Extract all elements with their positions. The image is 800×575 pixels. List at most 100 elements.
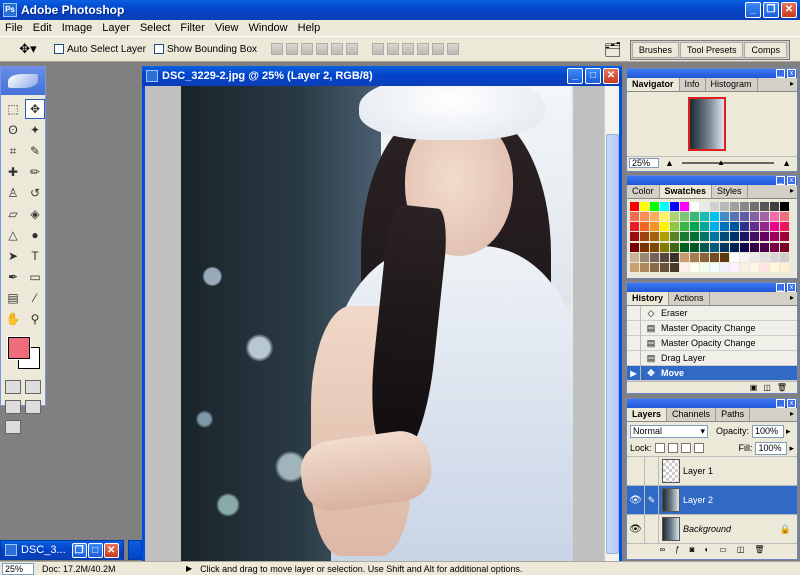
navigator-zoom-field[interactable]: 25% bbox=[629, 157, 659, 168]
restore-button[interactable]: ❐ bbox=[763, 2, 779, 18]
swatch[interactable] bbox=[700, 222, 709, 232]
zoom-tool-icon[interactable]: ⚲ bbox=[25, 309, 45, 329]
menu-view[interactable]: View bbox=[210, 22, 244, 34]
delete-state-icon[interactable]: 🗑 bbox=[777, 383, 787, 392]
swatch[interactable] bbox=[770, 242, 779, 252]
swatch[interactable] bbox=[730, 262, 739, 272]
lock-all-icon[interactable] bbox=[693, 443, 704, 453]
menu-filter[interactable]: Filter bbox=[175, 22, 209, 34]
blur-tool-icon[interactable]: △ bbox=[3, 225, 23, 245]
swatch[interactable] bbox=[760, 222, 769, 232]
swatch[interactable] bbox=[750, 252, 759, 262]
mini-restore-button[interactable]: ❐ bbox=[71, 542, 87, 558]
align-hcenter-icon[interactable] bbox=[331, 43, 344, 55]
swatch[interactable] bbox=[720, 202, 729, 211]
tab-info[interactable]: Info bbox=[679, 78, 706, 91]
palette-minimize-button[interactable]: _ bbox=[776, 176, 785, 185]
swatch[interactable] bbox=[700, 212, 709, 222]
toolbox-header[interactable] bbox=[1, 67, 45, 95]
swatch[interactable] bbox=[700, 252, 709, 262]
add-mask-icon[interactable]: ◙ bbox=[690, 545, 695, 554]
swatch[interactable] bbox=[660, 242, 669, 252]
palette-close-button[interactable]: x bbox=[787, 176, 796, 185]
brush-tool-icon[interactable]: ✏ bbox=[25, 162, 45, 182]
swatch[interactable] bbox=[690, 262, 699, 272]
well-tab-comps[interactable]: Comps bbox=[744, 42, 787, 58]
swatch[interactable] bbox=[670, 212, 679, 222]
swatch[interactable] bbox=[660, 222, 669, 232]
blend-mode-select[interactable]: Normal ▾ bbox=[630, 424, 708, 438]
swatch[interactable] bbox=[630, 242, 639, 252]
swatch[interactable] bbox=[770, 212, 779, 222]
swatch[interactable] bbox=[680, 262, 689, 272]
tab-paths[interactable]: Paths bbox=[716, 408, 751, 421]
palette-close-button[interactable]: x bbox=[787, 283, 796, 292]
swatch[interactable] bbox=[780, 202, 789, 211]
swatch[interactable] bbox=[650, 252, 659, 262]
swatch[interactable] bbox=[640, 242, 649, 252]
mini-close-button[interactable]: ✕ bbox=[103, 542, 119, 558]
zoom-out-icon[interactable]: ▲ bbox=[665, 158, 674, 168]
opacity-field[interactable]: 100% bbox=[752, 424, 785, 438]
menu-help[interactable]: Help bbox=[293, 22, 326, 34]
paint-bucket-tool-icon[interactable]: ◈ bbox=[25, 204, 45, 224]
delete-layer-icon[interactable]: 🗑 bbox=[754, 545, 764, 554]
menu-select[interactable]: Select bbox=[135, 22, 176, 34]
minimize-button[interactable]: _ bbox=[745, 2, 761, 18]
swatch[interactable] bbox=[710, 252, 719, 262]
menu-layer[interactable]: Layer bbox=[97, 22, 135, 34]
swatch[interactable] bbox=[690, 242, 699, 252]
swatch[interactable] bbox=[650, 202, 659, 211]
quick-mask-mode-icon[interactable] bbox=[25, 380, 41, 394]
swatch[interactable] bbox=[630, 252, 639, 262]
tab-styles[interactable]: Styles bbox=[712, 185, 748, 198]
palette-close-button[interactable]: x bbox=[787, 69, 796, 78]
palette-menu-icon[interactable]: ▸ bbox=[790, 409, 794, 418]
jump-to-imageready-icon[interactable] bbox=[5, 420, 21, 434]
swatch[interactable] bbox=[760, 262, 769, 272]
swatch[interactable] bbox=[640, 252, 649, 262]
pen-tool-icon[interactable]: ✒ bbox=[3, 267, 23, 287]
palette-minimize-button[interactable]: _ bbox=[776, 399, 785, 408]
align-top-icon[interactable] bbox=[271, 43, 284, 55]
swatch[interactable] bbox=[630, 262, 639, 272]
new-layer-icon[interactable]: ◫ bbox=[737, 545, 745, 554]
magic-wand-tool-icon[interactable]: ✦ bbox=[25, 120, 45, 140]
layer-row-selected[interactable]: 👁 ✎ Layer 2 bbox=[627, 485, 797, 515]
new-document-from-state-icon[interactable]: ▣ bbox=[750, 383, 758, 392]
tab-layers[interactable]: Layers bbox=[627, 408, 668, 421]
swatch[interactable] bbox=[700, 232, 709, 242]
swatch[interactable] bbox=[650, 262, 659, 272]
swatch[interactable] bbox=[690, 252, 699, 262]
swatch[interactable] bbox=[670, 202, 679, 211]
zoom-slider[interactable]: ▲ bbox=[681, 158, 775, 167]
swatch[interactable] bbox=[660, 232, 669, 242]
swatch[interactable] bbox=[740, 202, 749, 211]
swatch[interactable] bbox=[730, 242, 739, 252]
swatch[interactable] bbox=[710, 242, 719, 252]
swatch[interactable] bbox=[670, 232, 679, 242]
tab-color[interactable]: Color bbox=[627, 185, 660, 198]
history-item[interactable]: ▤ Master Opacity Change bbox=[627, 335, 797, 351]
visibility-toggle[interactable] bbox=[627, 456, 645, 486]
status-menu-arrow-icon[interactable]: ▶ bbox=[186, 564, 192, 573]
swatch[interactable] bbox=[640, 232, 649, 242]
align-left-icon[interactable] bbox=[316, 43, 329, 55]
tab-swatches[interactable]: Swatches bbox=[659, 185, 713, 198]
swatch[interactable] bbox=[730, 222, 739, 232]
link-toggle[interactable] bbox=[645, 456, 659, 486]
align-right-icon[interactable] bbox=[346, 43, 359, 55]
clone-stamp-tool-icon[interactable]: ♙ bbox=[3, 183, 23, 203]
notes-tool-icon[interactable]: ▤ bbox=[3, 288, 23, 308]
swatch[interactable] bbox=[680, 212, 689, 222]
swatch[interactable] bbox=[690, 212, 699, 222]
canvas-area[interactable] bbox=[145, 86, 607, 562]
distribute-hcenter-icon[interactable] bbox=[432, 43, 445, 55]
tab-history[interactable]: History bbox=[627, 292, 670, 305]
dodge-tool-icon[interactable]: ● bbox=[25, 225, 45, 245]
swatch[interactable] bbox=[770, 202, 779, 211]
align-vcenter-icon[interactable] bbox=[286, 43, 299, 55]
swatch[interactable] bbox=[630, 222, 639, 232]
swatch[interactable] bbox=[680, 222, 689, 232]
palette-menu-icon[interactable]: ▸ bbox=[790, 79, 794, 88]
